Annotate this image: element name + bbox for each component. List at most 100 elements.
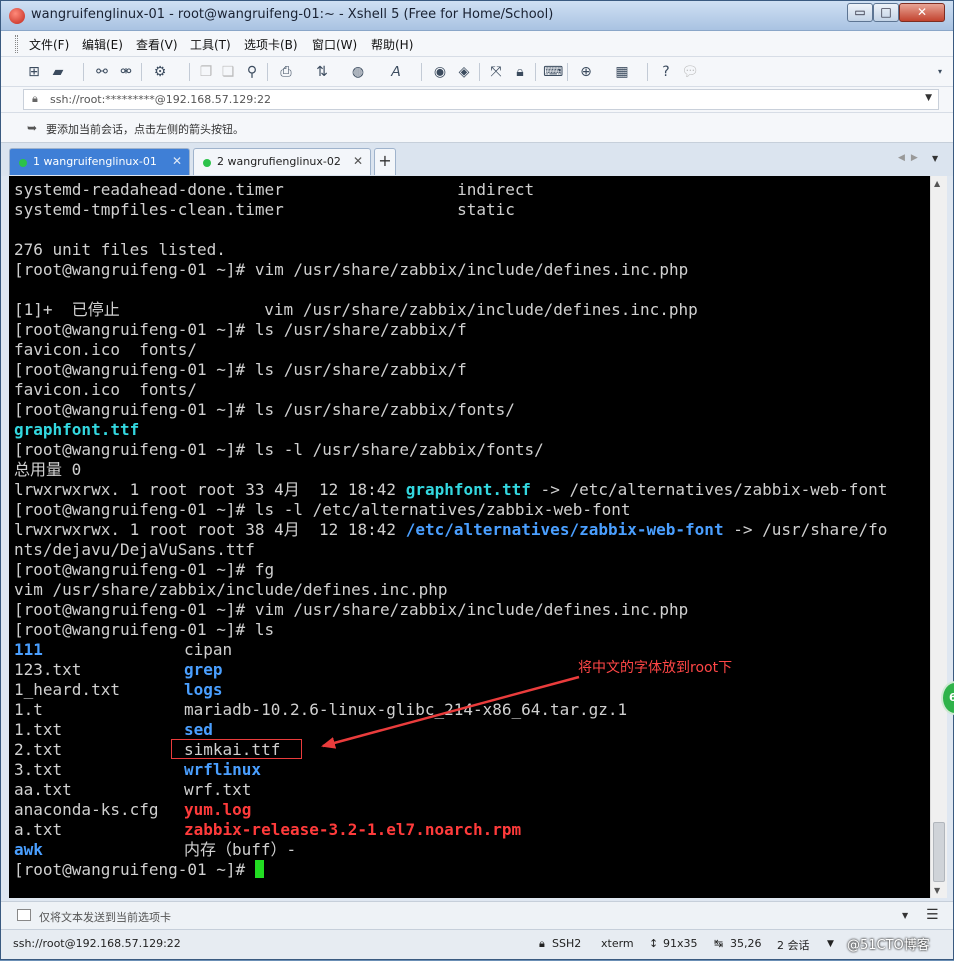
- connected-status-icon: [203, 159, 211, 167]
- find-icon[interactable]: ⚲: [243, 63, 261, 81]
- terminal-line: graphfont.ttf: [14, 420, 139, 440]
- ls-entry: mariadb-10.2.6-linux-glibc_214-x86_64.ta…: [184, 700, 628, 719]
- ls-row: 3.txt wrflinux: [14, 760, 261, 780]
- menu-help[interactable]: 帮助(H): [371, 36, 413, 53]
- tab-list-chevron-icon[interactable]: ▼: [932, 154, 938, 163]
- ls-entry: 1_heard.txt: [14, 680, 120, 699]
- terminal-text: [root@wangruifeng-01 ~]# ls /usr/share/z…: [14, 400, 515, 419]
- arrow-bookmark-icon[interactable]: ➥: [27, 121, 37, 135]
- compose-input[interactable]: 仅将文本发送到当前选项卡: [39, 909, 171, 925]
- maximize-button[interactable]: □: [873, 3, 899, 22]
- session-hint-bar: ➥ 要添加当前会话，点击左侧的箭头按钮。: [1, 113, 953, 143]
- menu-file[interactable]: 文件(F): [29, 36, 69, 53]
- menu-window[interactable]: 窗口(W): [312, 36, 357, 53]
- cursor-position-icon: ↹: [714, 937, 724, 950]
- chat-icon[interactable]: 💬︎: [681, 63, 699, 81]
- status-sessions: 2 会话: [777, 939, 810, 952]
- terminal-text: 总用量 0: [14, 460, 82, 479]
- window-title: wangruifenglinux-01 - root@wangruifeng-0…: [31, 7, 554, 22]
- properties-icon[interactable]: ⚙: [151, 63, 169, 81]
- terminal-line: [root@wangruifeng-01 ~]# ls -l /usr/shar…: [14, 440, 544, 460]
- scroll-down-icon[interactable]: ▼: [934, 886, 940, 895]
- font-icon[interactable]: 𝘈: [387, 63, 405, 81]
- ls-row: 1.t mariadb-10.2.6-linux-glibc_214-x86_64…: [14, 700, 627, 720]
- terminal-text: favicon.ico fonts/: [14, 340, 198, 359]
- lock-icon: 🔒︎: [32, 92, 38, 105]
- address-bar: 🔒︎ ssh://root:*********@192.168.57.129:2…: [1, 87, 953, 113]
- connected-status-icon: [19, 159, 27, 167]
- tab-session-1[interactable]: 1 wangruifenglinux-01 ✕: [9, 148, 190, 175]
- terminal-line: [root@wangruifeng-01 ~]# ls /usr/share/z…: [14, 320, 467, 340]
- copy-icon[interactable]: ❐: [197, 63, 215, 81]
- chevron-down-icon[interactable]: ▼: [902, 911, 908, 920]
- terminal-text: /etc/alternatives/zabbix-web-font: [405, 520, 724, 539]
- terminal-line: lrwxrwxrwx. 1 root root 38 4月 12 18:42 /…: [14, 520, 887, 540]
- status-session: ssh://root@192.168.57.129:22: [13, 937, 181, 950]
- toolbar-grip-icon[interactable]: [15, 35, 18, 53]
- maximize-icon: □: [880, 5, 892, 19]
- ls-entry: 1.txt: [14, 720, 63, 739]
- terminal-scrollbar[interactable]: ▲ ▼: [930, 176, 947, 898]
- transfer-icon[interactable]: ⇅: [313, 63, 331, 81]
- address-input[interactable]: 🔒︎ ssh://root:*********@192.168.57.129:2…: [23, 89, 939, 110]
- tab-bar: 1 wangruifenglinux-01 ✕ 2 wangrufienglin…: [1, 143, 953, 176]
- toolbar: ⊞ ▰ ⚯ ⚮ ⚙ ❐ ❏ ⚲ ⎙ ⇅ ◍ 𝘈 ◉ ◈ ⤧ 🔒︎ ⌨ ⊕ ▦ ?…: [1, 57, 953, 87]
- toolbar-overflow-icon[interactable]: ▾: [931, 63, 949, 81]
- terminal-line: lrwxrwxrwx. 1 root root 33 4月 12 18:42 g…: [14, 480, 887, 500]
- ls-entry: sed: [184, 720, 213, 739]
- status-size: 91x35: [663, 937, 698, 950]
- terminal-line: favicon.ico fonts/: [14, 380, 197, 400]
- close-icon: ✕: [916, 5, 928, 19]
- tab-session-2[interactable]: 2 wangrufienglinux-02 ✕: [193, 148, 371, 175]
- toolbar-separator: [535, 63, 536, 81]
- watermark: @51CTO博客: [847, 938, 930, 953]
- xmanager-icon[interactable]: ◈: [455, 63, 473, 81]
- close-icon[interactable]: ✕: [353, 154, 363, 168]
- terminal-line: nts/dejavu/DejaVuSans.ttf: [14, 540, 255, 560]
- minimize-button[interactable]: ▭: [847, 3, 873, 22]
- help-icon[interactable]: ?: [657, 63, 675, 81]
- terminal-output[interactable]: systemd-readahead-done.timer indirect sys…: [9, 176, 930, 898]
- layout-icon[interactable]: ▦: [613, 63, 631, 81]
- terminal-line: [root@wangruifeng-01 ~]# ls: [14, 620, 274, 640]
- terminal-line: systemd-tmpfiles-clean.timer static: [14, 200, 515, 220]
- close-button[interactable]: ✕: [899, 3, 945, 22]
- xftp-icon[interactable]: ◉: [431, 63, 449, 81]
- annotation-text: 将中文的字体放到root下: [578, 660, 733, 676]
- ls-row: 1.txt sed: [14, 720, 213, 740]
- menu-tabs[interactable]: 选项卡(B): [244, 36, 298, 53]
- menu-icon[interactable]: ☰: [926, 907, 939, 923]
- ls-row: anaconda-ks.cfg yum.log: [14, 800, 251, 820]
- reconnect-icon[interactable]: ⚯: [93, 63, 111, 81]
- add-tab-icon[interactable]: ⊕: [577, 63, 595, 81]
- chevron-down-icon[interactable]: ▼: [925, 93, 932, 103]
- disconnect-icon[interactable]: ⚮: [117, 63, 135, 81]
- scrollbar-thumb[interactable]: [933, 822, 945, 882]
- ls-entry: wrflinux: [184, 760, 262, 779]
- tab-scroll-arrows-icon[interactable]: ◀▶: [898, 153, 924, 163]
- ls-entry: grep: [184, 660, 223, 679]
- toolbar-separator: [267, 63, 268, 81]
- terminal-text: [root@wangruifeng-01 ~]# ls -l /etc/alte…: [14, 500, 631, 519]
- fullscreen-icon[interactable]: ⤧: [487, 63, 505, 81]
- keyboard-icon[interactable]: ⌨: [543, 63, 563, 81]
- compose-icon[interactable]: [17, 909, 31, 921]
- scroll-up-icon[interactable]: ▲: [934, 179, 940, 188]
- terminal-line: vim /usr/share/zabbix/include/defines.in…: [14, 580, 447, 600]
- menu-tools[interactable]: 工具(T): [190, 36, 231, 53]
- title-bar[interactable]: wangruifenglinux-01 - root@wangruifeng-0…: [1, 1, 953, 31]
- paste-icon[interactable]: ❏: [219, 63, 237, 81]
- open-folder-icon[interactable]: ▰: [49, 63, 67, 81]
- menu-view[interactable]: 查看(V): [136, 36, 178, 53]
- hint-text: 要添加当前会话，点击左侧的箭头按钮。: [46, 123, 244, 136]
- globe-icon[interactable]: ◍: [349, 63, 367, 81]
- menu-edit[interactable]: 编辑(E): [82, 36, 123, 53]
- chevron-down-icon[interactable]: ▼: [827, 939, 834, 949]
- lock-icon[interactable]: 🔒︎: [511, 63, 529, 81]
- close-icon[interactable]: ✕: [172, 154, 182, 168]
- text-cursor: [254, 860, 264, 878]
- new-session-icon[interactable]: ⊞: [25, 63, 43, 81]
- ls-entry: yum.log: [184, 800, 252, 819]
- add-tab-button[interactable]: +: [374, 148, 396, 175]
- print-icon[interactable]: ⎙: [277, 63, 295, 81]
